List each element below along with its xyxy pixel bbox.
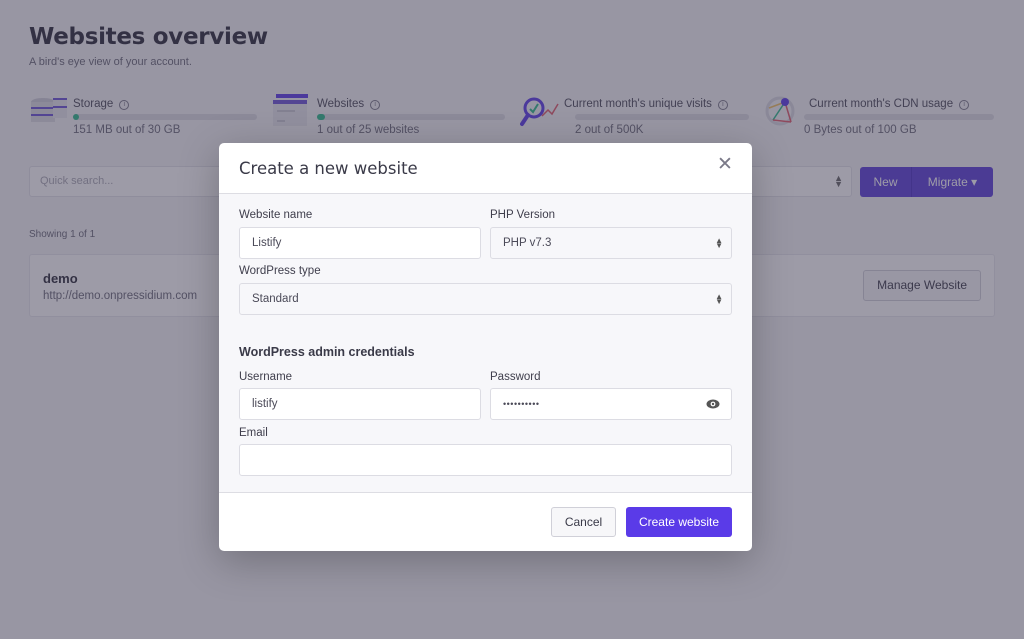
username-label: Username bbox=[239, 371, 293, 383]
php-version-value: PHP v7.3 bbox=[503, 237, 552, 249]
wordpress-type-select[interactable]: Standard ▲ ▼ bbox=[239, 283, 732, 315]
website-name-input[interactable]: Listify bbox=[239, 227, 481, 259]
select-arrows-icon: ▲▼ bbox=[715, 236, 723, 250]
password-input[interactable]: •••••••••• bbox=[490, 388, 732, 420]
wordpress-type-value: Standard bbox=[252, 293, 299, 305]
select-arrows-icon: ▲▼ bbox=[715, 292, 723, 306]
php-version-select[interactable]: PHP v7.3 ▲ ▼ bbox=[490, 227, 732, 259]
modal-title: Create a new website bbox=[239, 159, 418, 178]
email-label: Email bbox=[239, 427, 268, 439]
username-input[interactable]: listify bbox=[239, 388, 481, 420]
create-website-modal: Create a new website ✕ Website name List… bbox=[219, 143, 752, 551]
modal-body: Website name Listify PHP Version PHP v7.… bbox=[219, 194, 752, 493]
eye-icon[interactable] bbox=[706, 399, 720, 409]
cancel-button[interactable]: Cancel bbox=[551, 507, 616, 537]
close-icon[interactable]: ✕ bbox=[716, 155, 734, 174]
website-name-label: Website name bbox=[239, 209, 313, 221]
wordpress-type-label: WordPress type bbox=[239, 265, 321, 277]
password-label: Password bbox=[490, 371, 541, 383]
modal-footer: Cancel Create website bbox=[219, 494, 752, 551]
credentials-section-title: WordPress admin credentials bbox=[239, 345, 415, 359]
create-website-button[interactable]: Create website bbox=[626, 507, 732, 537]
password-value: •••••••••• bbox=[503, 399, 540, 409]
modal-header: Create a new website ✕ bbox=[219, 143, 752, 194]
php-version-label: PHP Version bbox=[490, 209, 555, 221]
email-input[interactable] bbox=[239, 444, 732, 476]
